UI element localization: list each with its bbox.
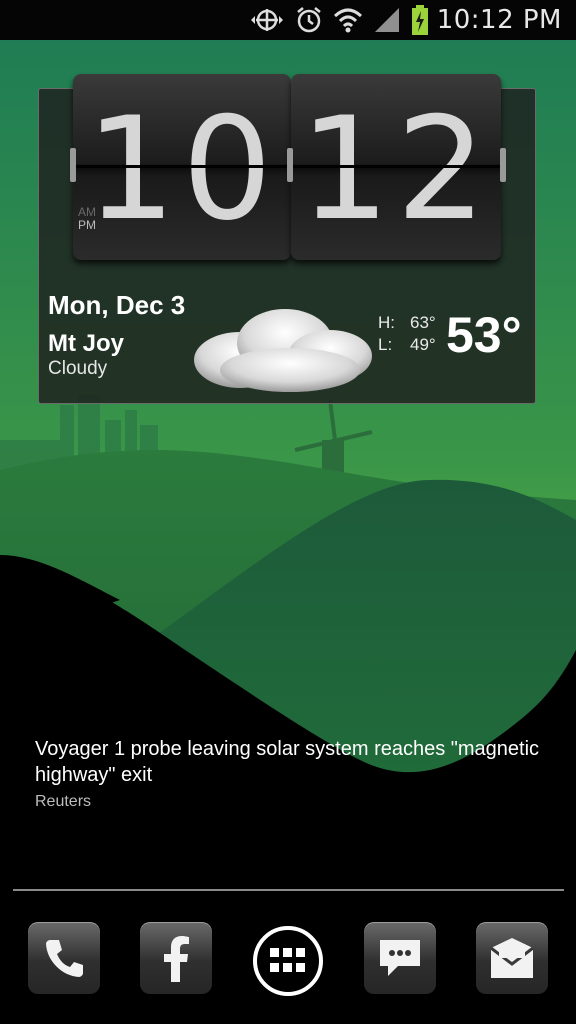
weather-date: Mon, Dec 3 (48, 290, 186, 320)
low-label: L: (378, 335, 393, 354)
email-icon (490, 938, 534, 978)
flip-pin-right (500, 148, 506, 182)
phone-button[interactable] (28, 922, 100, 994)
dock-divider (13, 889, 564, 891)
facebook-icon (164, 936, 189, 982)
messaging-button[interactable] (364, 922, 436, 994)
apps-button[interactable] (253, 926, 323, 996)
news-headline[interactable]: Voyager 1 probe leaving solar system rea… (35, 736, 555, 788)
high-label: H: (378, 313, 395, 332)
status-time: 10:12 PM (436, 5, 562, 35)
cloud-icon (194, 309, 372, 392)
alarm-icon (295, 6, 323, 34)
messaging-icon (380, 940, 420, 976)
high-value: 63° (410, 313, 436, 332)
battery-charging-icon (411, 5, 429, 35)
weather-city: Mt Joy (48, 330, 125, 357)
flip-hinge (291, 165, 501, 168)
clock-hours: 10 (85, 87, 279, 252)
news-source: Reuters (35, 793, 92, 810)
low-value: 49° (410, 335, 436, 354)
weather-condition: Cloudy (48, 358, 108, 379)
ampm-indicator: AM PM (78, 206, 96, 232)
clock-minutes: 12 (299, 87, 493, 252)
signal-icon (373, 6, 401, 34)
apps-grid-icon (270, 948, 305, 972)
sync-icon (249, 6, 285, 34)
flip-hinge (73, 165, 291, 168)
phone-icon (46, 940, 83, 977)
wifi-icon (333, 6, 363, 34)
facebook-button[interactable] (140, 922, 212, 994)
email-button[interactable] (476, 922, 548, 994)
current-temperature: 53° (446, 307, 522, 363)
weather-high-low: H: 63° L: 49° (378, 312, 436, 356)
flip-pin-left (70, 148, 76, 182)
flip-pin-center (287, 148, 293, 182)
status-bar: 10:12 PM (0, 0, 576, 40)
clock-minutes-card[interactable]: 12 (291, 74, 501, 260)
pm-label: PM (78, 218, 96, 232)
clock-hours-card[interactable]: 10 (73, 74, 291, 260)
